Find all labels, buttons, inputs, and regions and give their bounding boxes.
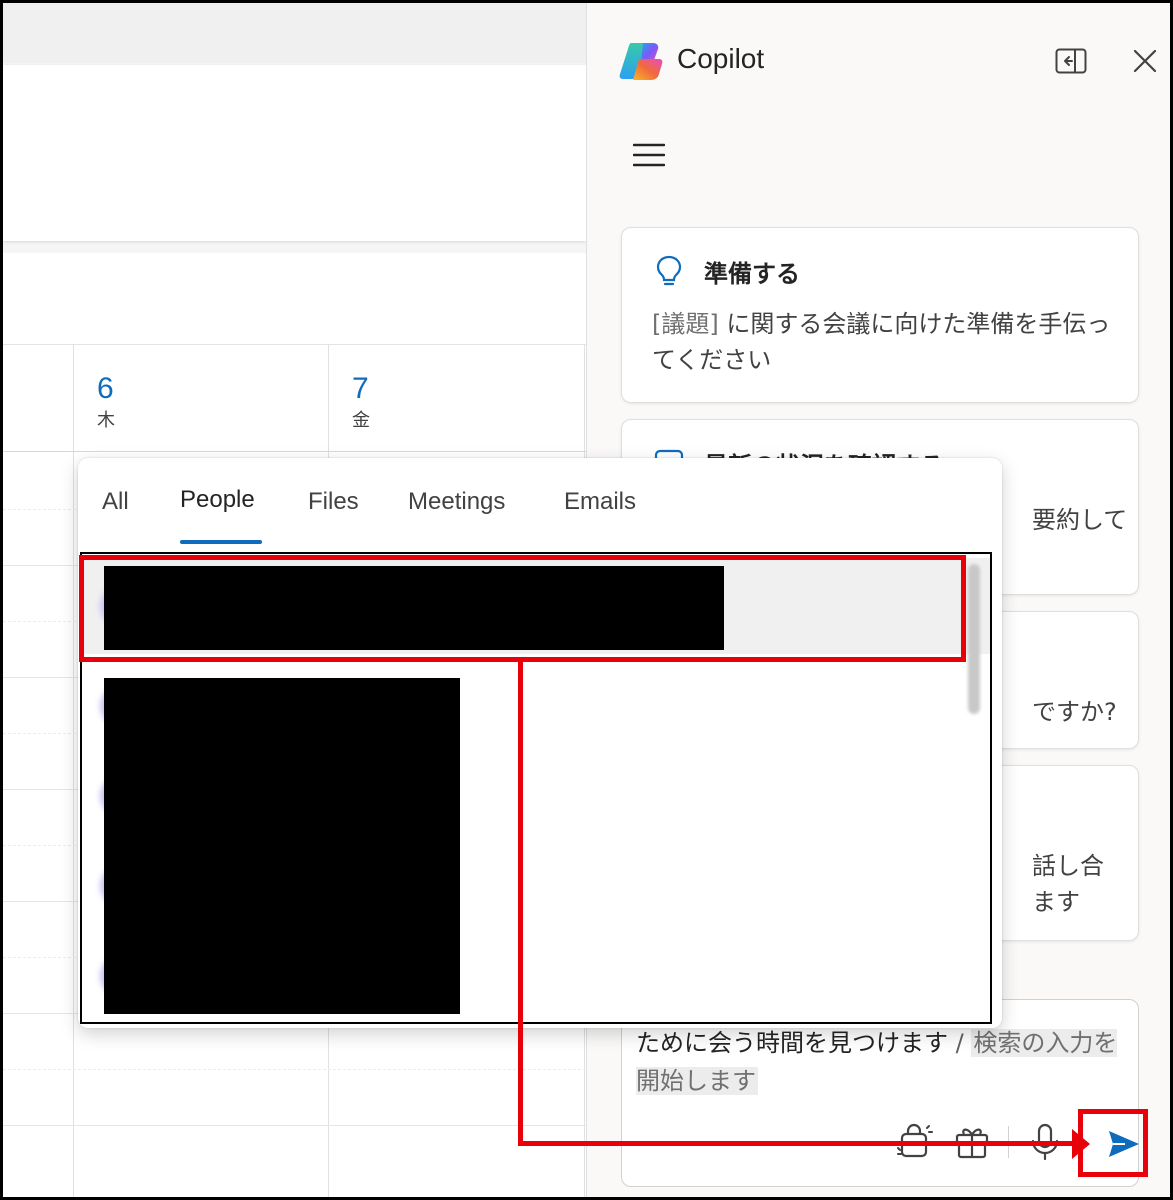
search-picker-popup: All People Files Meetings Emails: [78, 458, 1002, 1028]
tab-people[interactable]: People: [180, 486, 255, 514]
annotation-arrow-head: [1072, 1129, 1090, 1159]
send-icon: [1109, 1131, 1139, 1157]
card-visible-text: ます: [1032, 888, 1080, 916]
card-text: に関する会議に向けた準備を手伝ってください: [652, 310, 1111, 374]
list-item-selected[interactable]: [82, 558, 990, 654]
microphone-icon: [1031, 1123, 1059, 1161]
copilot-header: Copilot: [587, 3, 1170, 123]
send-button[interactable]: [1102, 1122, 1146, 1166]
attach-icon: [897, 1123, 933, 1158]
day-number: 6: [97, 372, 114, 405]
attach-button[interactable]: [892, 1120, 936, 1164]
side-by-side-icon: [1055, 48, 1087, 74]
redacted-person-list: [104, 678, 460, 1014]
composer-separator: /: [948, 1029, 972, 1057]
active-tab-indicator: [180, 540, 262, 544]
gift-icon: [955, 1128, 989, 1159]
people-results-list: [80, 552, 992, 1024]
lightbulb-icon: [656, 255, 682, 286]
day-weekday: 金: [352, 410, 370, 431]
gift-button[interactable]: [950, 1120, 994, 1164]
picker-tabs: All People Files Meetings Emails: [78, 458, 1002, 550]
calendar-top-bar: [3, 3, 586, 63]
day-header-divider: [3, 451, 586, 452]
microphone-button[interactable]: [1023, 1120, 1067, 1164]
tab-all[interactable]: All: [102, 488, 129, 516]
card-title: 準備する: [704, 260, 800, 288]
close-icon: [1133, 49, 1157, 73]
tab-files[interactable]: Files: [308, 488, 359, 516]
day-number: 7: [352, 372, 369, 405]
day-header-thursday[interactable]: 6 木: [97, 371, 115, 433]
close-button[interactable]: [1125, 41, 1165, 81]
side-by-side-button[interactable]: [1051, 41, 1091, 81]
card-visible-text: ですか?: [1032, 698, 1117, 726]
tab-emails[interactable]: Emails: [564, 488, 636, 516]
toolbar-divider: [1008, 1126, 1009, 1158]
card-visible-text: 要約して: [1032, 506, 1128, 534]
hamburger-menu-icon: [633, 143, 665, 167]
time-slot-line: [3, 1125, 586, 1126]
card-token: [議題]: [652, 310, 719, 338]
calendar-toolbar: [3, 253, 586, 345]
redacted-person-info: [104, 566, 724, 650]
prompt-card-prepare[interactable]: 準備する [議題] に関する会議に向けた準備を手伝ってください: [621, 227, 1139, 403]
copilot-logo-icon: [619, 43, 663, 80]
copilot-title: Copilot: [677, 43, 765, 74]
day-weekday: 木: [97, 410, 115, 431]
composer-toolbar: [892, 1120, 1067, 1164]
calendar-header-panel: [3, 65, 586, 241]
card-visible-text: 話し合: [1032, 852, 1104, 880]
composer-input[interactable]: ために会う時間を見つけます / 検索の入力を開始します: [636, 1024, 1126, 1100]
card-body: [議題] に関する会議に向けた準備を手伝ってください: [652, 306, 1112, 378]
composer-typed-text: ために会う時間を見つけます: [636, 1029, 948, 1057]
day-header-friday[interactable]: 7 金: [352, 371, 370, 433]
time-slot-line: [3, 1069, 586, 1070]
menu-button[interactable]: [627, 133, 671, 177]
tab-meetings[interactable]: Meetings: [408, 488, 505, 516]
